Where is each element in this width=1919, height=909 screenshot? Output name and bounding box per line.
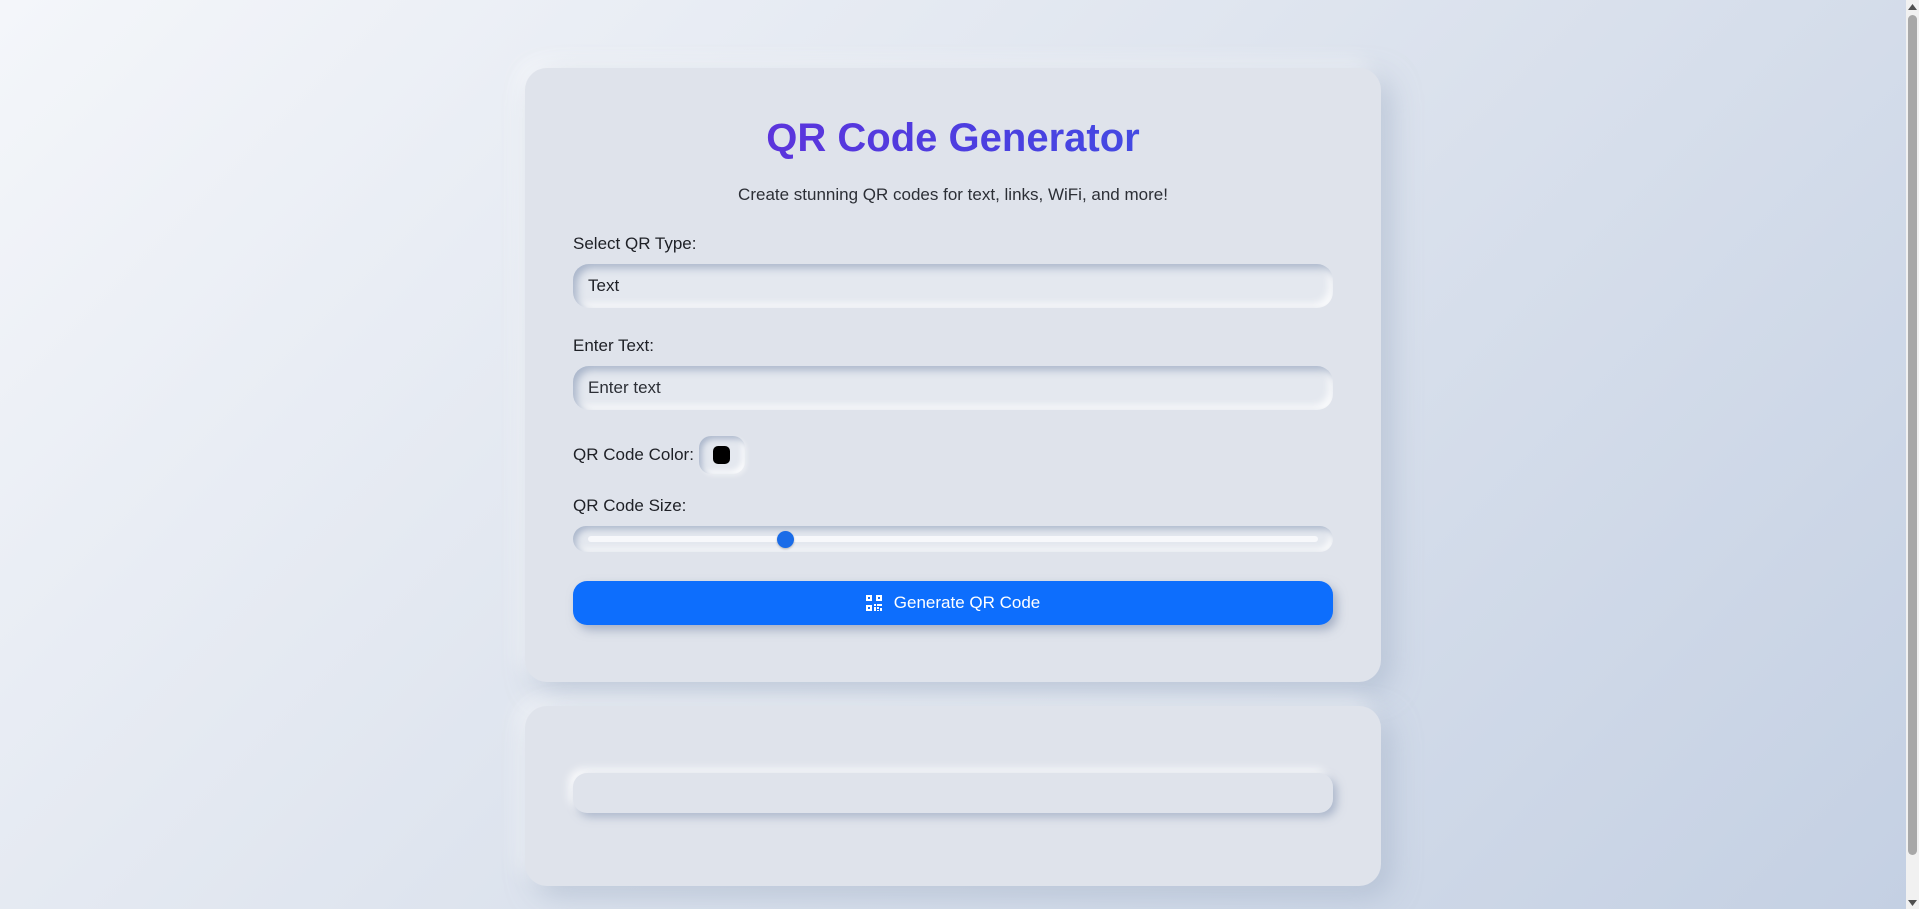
text-input[interactable] (573, 366, 1333, 410)
color-label: QR Code Color: (573, 445, 694, 464)
page: QR Code Generator Create stunning QR cod… (0, 0, 1906, 909)
page-title: QR Code Generator (573, 68, 1333, 161)
scroll-up-arrow-icon[interactable] (1906, 0, 1919, 13)
generate-button-label: Generate QR Code (893, 593, 1041, 612)
size-slider-thumb[interactable] (777, 531, 795, 548)
qrcode-icon (865, 595, 882, 611)
color-picker[interactable] (698, 436, 745, 474)
size-label: QR Code Size: (573, 496, 687, 515)
text-input-label: Enter Text: (573, 336, 654, 355)
qr-type-selected-value: Text (588, 276, 620, 295)
color-row: QR Code Color: (573, 435, 1333, 475)
qr-type-select[interactable]: Text (573, 264, 1333, 308)
size-slider-rail (588, 536, 1318, 542)
qr-type-label: Select QR Type: (573, 234, 697, 253)
size-slider[interactable] (573, 526, 1333, 552)
generator-card: QR Code Generator Create stunning QR cod… (525, 68, 1381, 682)
qr-output-area (573, 773, 1333, 813)
generate-button[interactable]: Generate QR Code (573, 581, 1333, 625)
result-card (525, 706, 1381, 886)
color-swatch (713, 446, 731, 464)
scrollbar-thumb[interactable] (1908, 15, 1917, 855)
vertical-scrollbar[interactable] (1906, 0, 1919, 909)
page-subtitle: Create stunning QR codes for text, links… (738, 185, 1168, 204)
scroll-down-arrow-icon[interactable] (1906, 896, 1919, 909)
